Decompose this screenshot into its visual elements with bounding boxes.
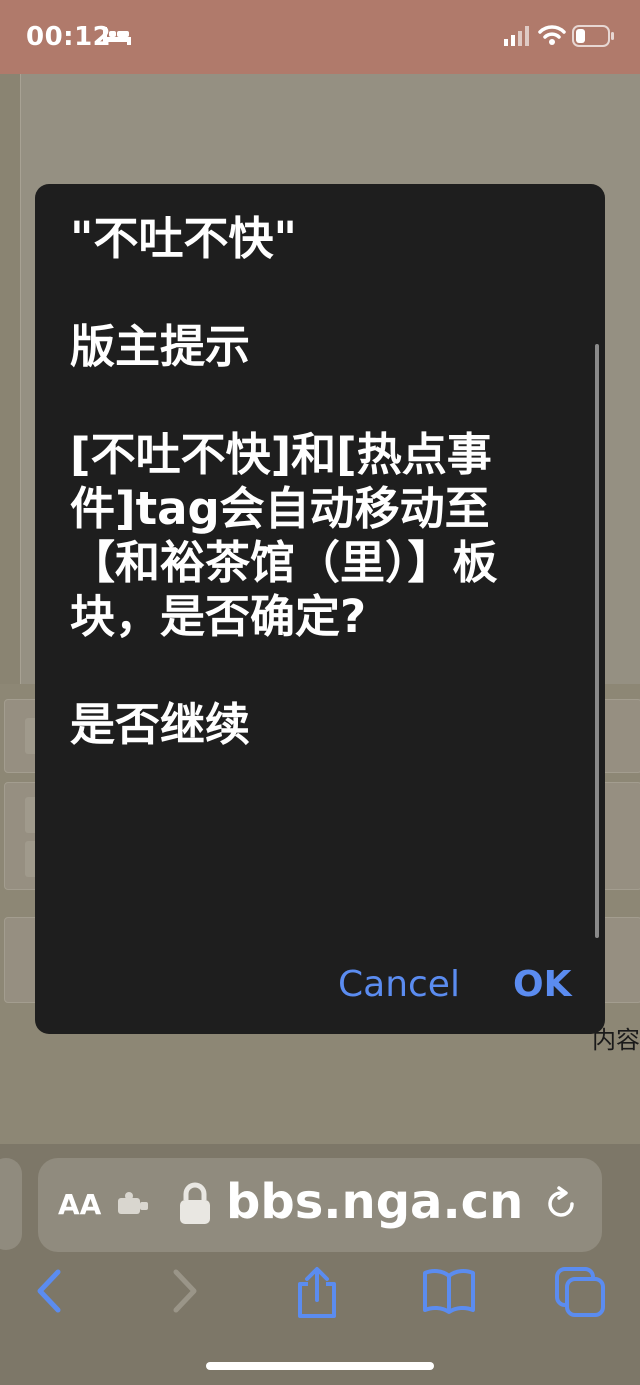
share-icon[interactable] <box>294 1266 340 1320</box>
text-size-button[interactable]: AA <box>58 1188 101 1221</box>
dialog-question: 是否继续 <box>70 698 251 751</box>
dialog-message: [不吐不快]和[热点事件]tag会自动移动至【和裕茶馆（里）】板块，是否确定? <box>70 428 498 643</box>
extension-icon[interactable] <box>116 1192 150 1218</box>
reload-icon[interactable] <box>544 1186 580 1222</box>
ok-button[interactable]: OK <box>513 964 572 1005</box>
home-indicator[interactable] <box>206 1362 434 1370</box>
signal-icon <box>504 26 529 46</box>
url-text[interactable]: bbs.nga.cn <box>226 1174 523 1230</box>
dialog-subtitle: 版主提示 <box>70 320 251 373</box>
scroll-fade <box>35 904 605 954</box>
previous-tab-edge[interactable] <box>0 1158 22 1250</box>
lock-icon <box>180 1182 210 1224</box>
dialog-scrollbar[interactable] <box>595 344 599 938</box>
address-bar[interactable]: AA bbs.nga.cn <box>38 1158 602 1252</box>
bookmarks-icon[interactable] <box>422 1266 476 1316</box>
tabs-icon[interactable] <box>554 1266 608 1318</box>
page-left-strip <box>0 74 22 684</box>
status-time: 00:12 <box>26 22 112 52</box>
cancel-button[interactable]: Cancel <box>338 964 460 1005</box>
status-bar: 00:12 <box>0 0 640 74</box>
dialog-title: "不吐不快" <box>70 212 297 265</box>
battery-icon <box>572 25 614 47</box>
dialog-message-area[interactable]: "不吐不快" 版主提示 [不吐不快]和[热点事件]tag会自动移动至【和裕茶馆（… <box>70 212 570 952</box>
back-icon[interactable] <box>34 1266 64 1316</box>
browser-bottom-bar: AA bbs.nga.cn <box>0 1144 640 1385</box>
bed-icon <box>103 27 131 45</box>
alert-dialog: "不吐不快" 版主提示 [不吐不快]和[热点事件]tag会自动移动至【和裕茶馆（… <box>35 184 605 1034</box>
wifi-icon <box>538 25 566 45</box>
forward-icon[interactable] <box>170 1266 200 1316</box>
